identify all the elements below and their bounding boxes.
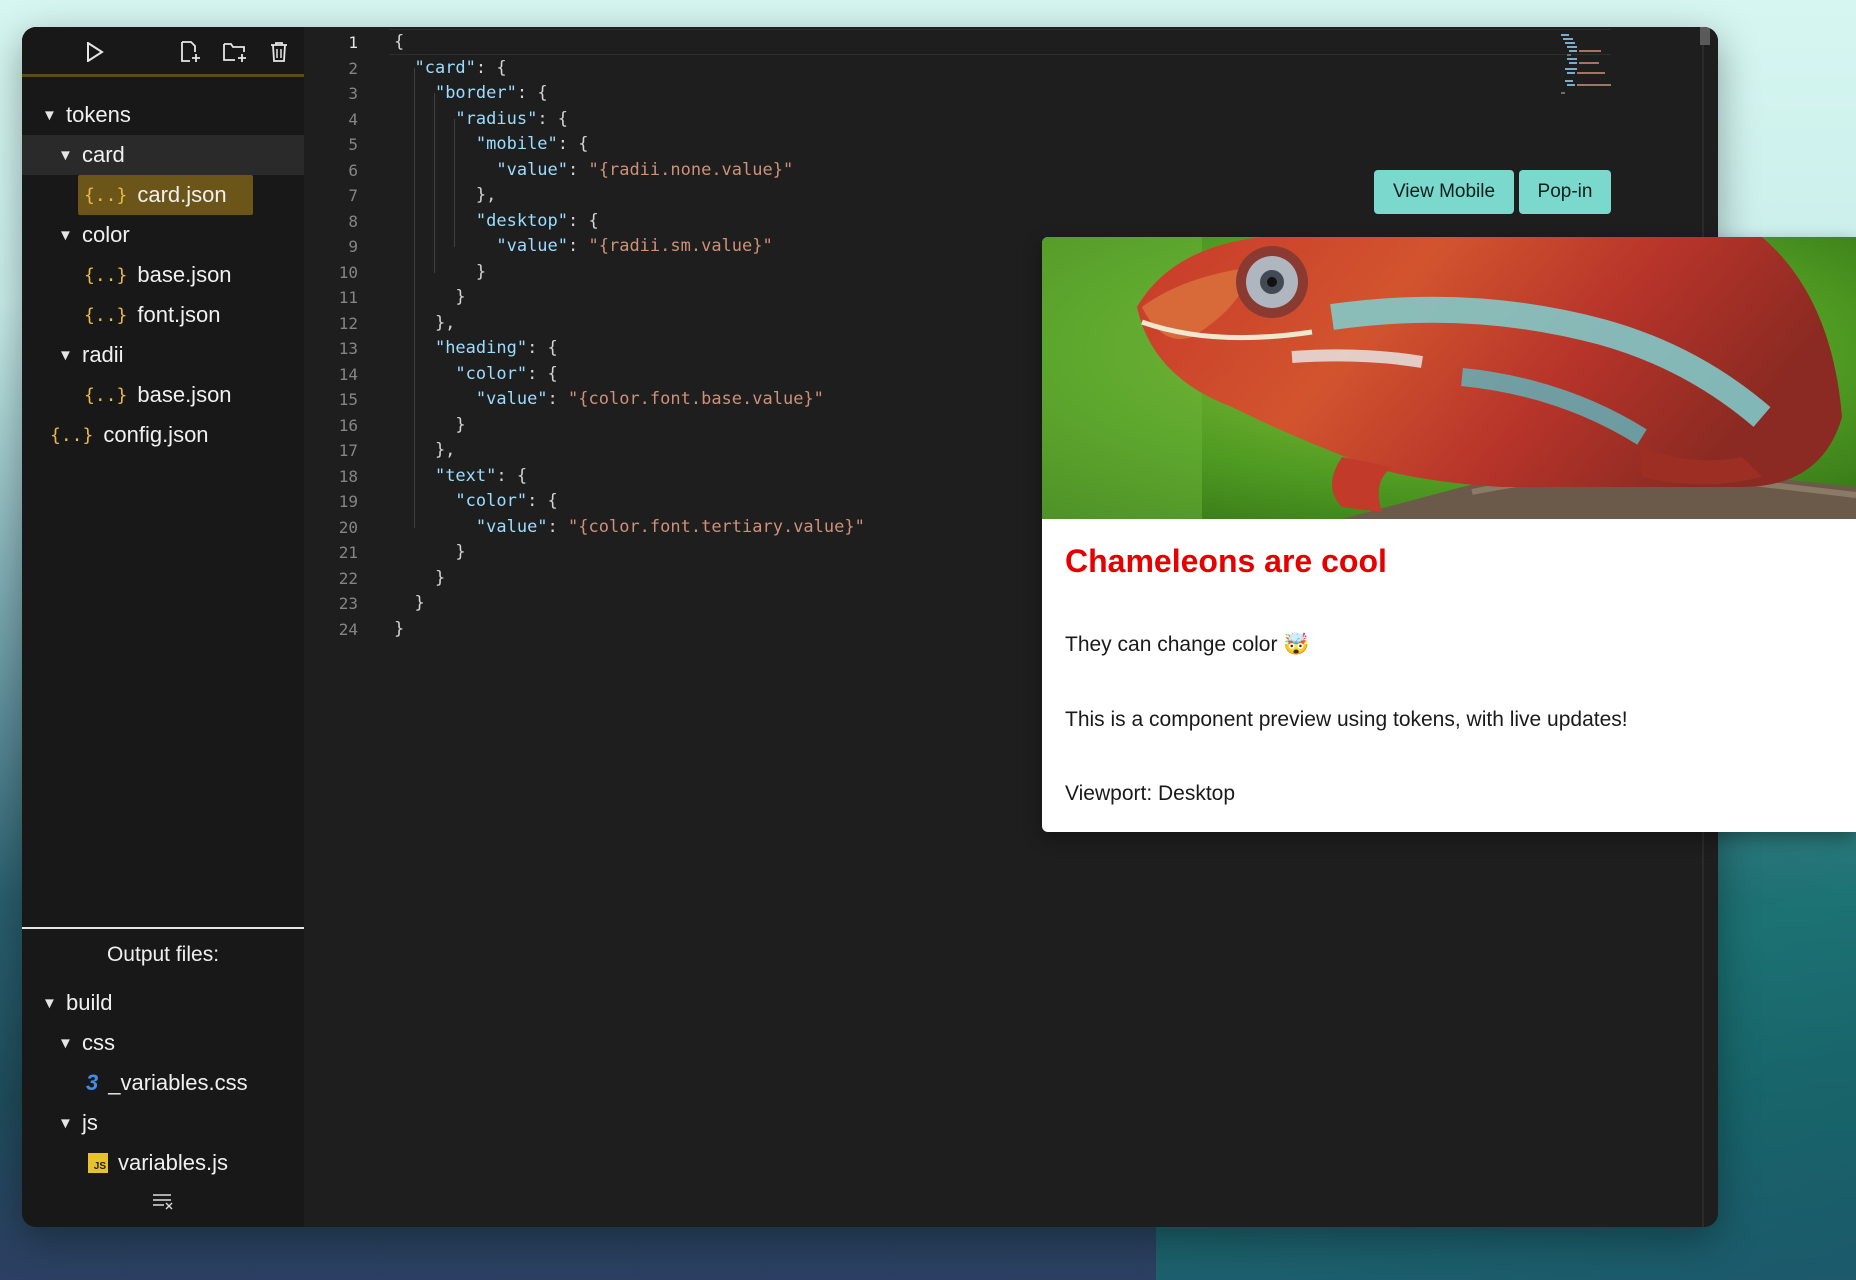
line-number: 1 [348, 33, 358, 52]
code-line: } [394, 414, 466, 435]
output-files-panel: Output files: ▼ build ▼ css 3 _variables… [22, 927, 304, 1183]
file-sidebar: ▼ tokens ▼ card {..} card.json ▼ color {… [22, 27, 304, 1227]
line-number: 22 [338, 568, 358, 588]
css-file-icon: 3 [86, 1070, 99, 1095]
line-number: 21 [338, 543, 358, 562]
code-content[interactable]: { "card": { "border": { "radius": { "mob… [394, 30, 865, 642]
code-line: } [394, 593, 425, 613]
code-line: "value": "{color.font.tertiary.value}" [475, 516, 865, 537]
json-file-icon: {..} [84, 264, 128, 286]
tree-file-variables-js[interactable]: JS variables.js [22, 1143, 304, 1183]
code-line: "border": { [434, 83, 548, 103]
code-line: "mobile": { [475, 134, 589, 154]
chevron-down-icon: ▼ [58, 226, 73, 244]
line-number: 16 [338, 415, 358, 435]
code-line: }, [394, 185, 497, 205]
tree-file-color-base[interactable]: {..} base.json [22, 255, 304, 295]
delete-icon[interactable] [266, 39, 292, 65]
code-line: } [394, 542, 466, 562]
new-folder-icon[interactable] [222, 39, 248, 65]
json-file-icon: {..} [50, 424, 94, 446]
chevron-down-icon: ▼ [42, 106, 57, 124]
minimap[interactable] [1559, 31, 1629, 101]
tree-folder-js[interactable]: ▼ js [22, 1103, 304, 1143]
tree-file-color-font[interactable]: {..} font.json [22, 295, 304, 335]
line-number: 18 [338, 466, 358, 486]
tree-file-radii-base[interactable]: {..} base.json [22, 375, 304, 415]
code-line: "value": "{radii.none.value}" [496, 159, 794, 180]
chevron-down-icon: ▼ [42, 994, 57, 1012]
tree-file-card-json[interactable]: {..} card.json [22, 175, 304, 215]
tree-folder-color[interactable]: ▼ color [22, 215, 304, 255]
line-number: 9 [348, 237, 358, 256]
line-number: 20 [338, 517, 358, 537]
component-preview-card: Chameleons are cool They can change colo… [1042, 237, 1856, 832]
clear-output-icon[interactable] [152, 1192, 174, 1215]
line-number: 8 [348, 211, 358, 231]
line-number: 5 [348, 135, 358, 154]
json-file-icon: {..} [84, 384, 128, 406]
editor-scrollbar[interactable] [1700, 27, 1710, 45]
output-files-title: Output files: [106, 943, 220, 966]
chevron-down-icon: ▼ [58, 1034, 73, 1052]
tree-folder-tokens[interactable]: ▼ tokens [22, 95, 304, 135]
json-file-icon: {..} [84, 184, 128, 206]
chevron-down-icon: ▼ [58, 1114, 73, 1132]
line-number: 13 [338, 339, 358, 358]
pop-in-button[interactable]: Pop-in [1519, 170, 1611, 214]
preview-text-viewport: Viewport: Desktop [1065, 782, 1236, 805]
line-number: 15 [338, 390, 358, 409]
tree-file-variables-css[interactable]: 3 _variables.css [22, 1063, 304, 1103]
code-line: } [394, 567, 446, 588]
code-line: "value": "{color.font.base.value}" [475, 389, 824, 409]
line-number: 14 [338, 364, 358, 384]
tree-folder-build[interactable]: ▼ build [22, 983, 304, 1023]
selected-file-highlight: {..} card.json [78, 175, 253, 215]
chevron-down-icon: ▼ [58, 346, 73, 364]
line-number: 10 [338, 262, 358, 282]
code-line: } [394, 287, 466, 307]
line-number: 23 [338, 594, 358, 613]
new-file-icon[interactable] [177, 39, 203, 65]
line-number: 7 [348, 186, 358, 205]
code-line: "text": { [434, 465, 528, 486]
code-line: }, [394, 312, 456, 333]
sidebar-toolbar [22, 27, 304, 77]
line-number: 24 [338, 619, 358, 639]
code-line: "desktop": { [475, 210, 599, 231]
preview-text-color: They can change color 🤯 [1065, 633, 1310, 656]
tree-folder-css[interactable]: ▼ css [22, 1023, 304, 1063]
code-line: "value": "{radii.sm.value}" [496, 236, 773, 256]
code-line: } [394, 618, 405, 639]
line-number: 3 [348, 84, 358, 103]
code-line: "radius": { [455, 108, 569, 129]
token-file-tree: ▼ tokens ▼ card {..} card.json ▼ color {… [22, 77, 304, 455]
view-mobile-button[interactable]: View Mobile [1374, 170, 1514, 214]
code-line: "color": { [455, 491, 558, 511]
chevron-down-icon: ▼ [58, 146, 73, 164]
line-number: 4 [348, 109, 358, 129]
line-number-gutter: 1 2 3 4 5 6 7 8 9 10 11 12 13 14 15 16 17 18 19 20 21 22 23 24 [304, 30, 364, 642]
code-line: } [394, 261, 487, 282]
js-file-icon: JS [88, 1153, 108, 1173]
code-line: "color": { [455, 363, 558, 384]
code-line: "heading": { [434, 338, 558, 358]
preview-text-description: This is a component preview using tokens… [1065, 708, 1628, 731]
line-number: 2 [348, 58, 358, 78]
line-number: 17 [338, 441, 358, 460]
code-line: { [394, 32, 405, 52]
line-number: 6 [348, 160, 358, 180]
json-file-icon: {..} [84, 304, 128, 326]
tree-folder-radii[interactable]: ▼ radii [22, 335, 304, 375]
tree-folder-card[interactable]: ▼ card [22, 135, 304, 175]
code-line: }, [394, 440, 456, 460]
chameleon-image [1042, 237, 1856, 519]
code-line: "card": { [414, 57, 507, 78]
line-number: 11 [338, 288, 358, 307]
run-icon[interactable] [82, 39, 108, 65]
line-number: 19 [338, 492, 358, 511]
line-number: 12 [338, 313, 358, 333]
preview-heading: Chameleons are cool [1065, 543, 1387, 579]
tree-file-config-json[interactable]: {..} config.json [22, 415, 304, 455]
